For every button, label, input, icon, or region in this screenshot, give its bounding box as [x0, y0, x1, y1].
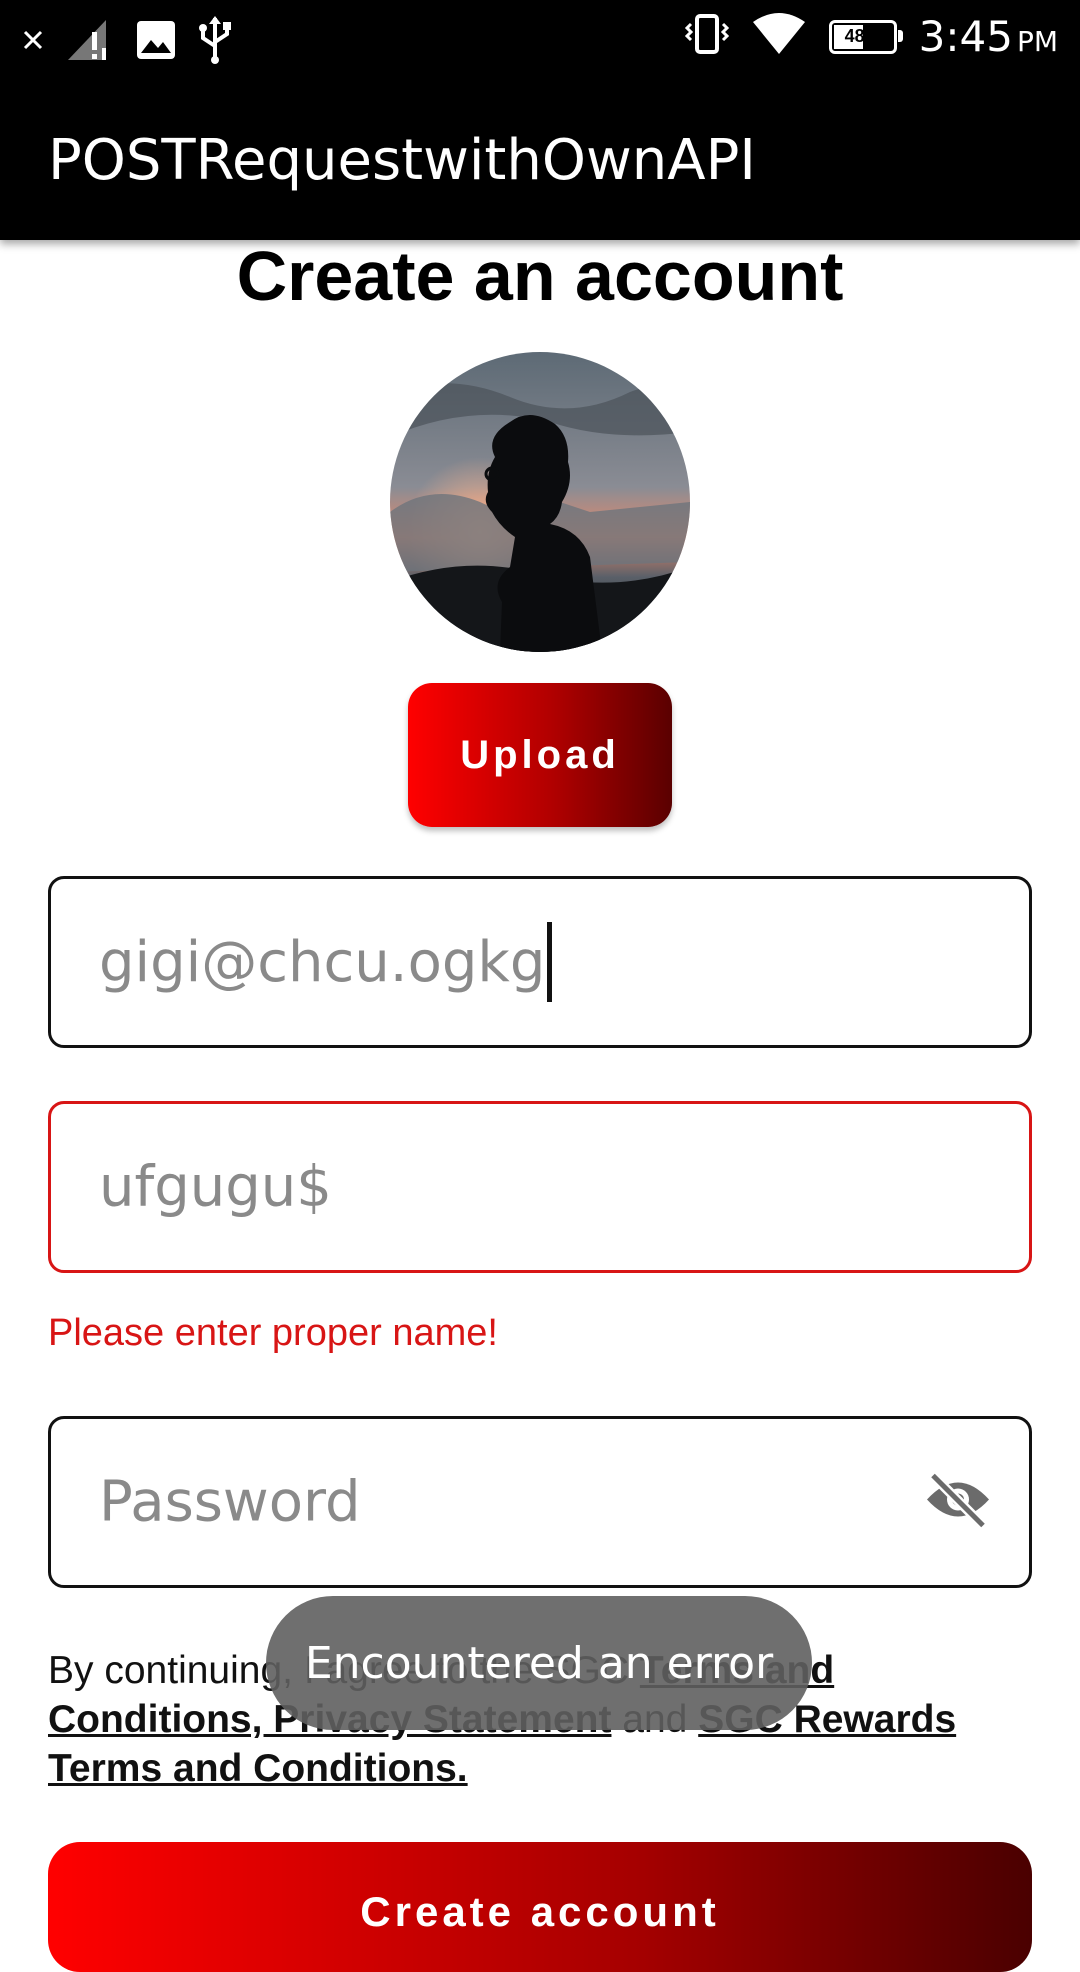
battery-percent: 48% [844, 26, 881, 46]
close-icon [22, 29, 44, 56]
visibility-off-icon[interactable] [923, 1470, 993, 1535]
email-field-content: gigi@chcu.ogkg [99, 922, 553, 1002]
password-field[interactable]: Password [48, 1416, 1032, 1588]
text-cursor [547, 922, 553, 1002]
email-field[interactable]: gigi@chcu.ogkg [48, 876, 1032, 1048]
clock: 3:45 PM [919, 12, 1058, 61]
wifi-icon [751, 12, 807, 61]
clock-ampm: PM [1016, 25, 1058, 58]
page-title: Create an account [236, 237, 844, 315]
name-error-message: Please enter proper name! [48, 1312, 498, 1354]
status-bar: 48% 3:45 PM [0, 0, 1080, 80]
clock-time: 3:45 [918, 12, 1013, 61]
name-value: ufgugu$ [99, 1154, 332, 1220]
battery-icon: 48% [828, 19, 903, 54]
avatar [390, 352, 690, 652]
profile-photo [390, 352, 690, 652]
app-title: POSTRequestwithOwnAPI [48, 128, 756, 193]
create-account-button[interactable]: Create account [48, 1842, 1032, 1972]
vibrate-icon [684, 12, 729, 61]
usb-icon [198, 16, 232, 69]
name-field[interactable]: ufgugu$ [48, 1101, 1032, 1273]
password-placeholder: Password [99, 1469, 361, 1535]
signal-icon [66, 18, 114, 67]
error-toast: Encountered an error [266, 1596, 812, 1730]
app-bar: POSTRequestwithOwnAPI [0, 80, 1080, 240]
image-icon [136, 20, 176, 65]
email-value: gigi@chcu.ogkg [99, 929, 546, 995]
upload-button[interactable]: Upload [408, 683, 672, 827]
